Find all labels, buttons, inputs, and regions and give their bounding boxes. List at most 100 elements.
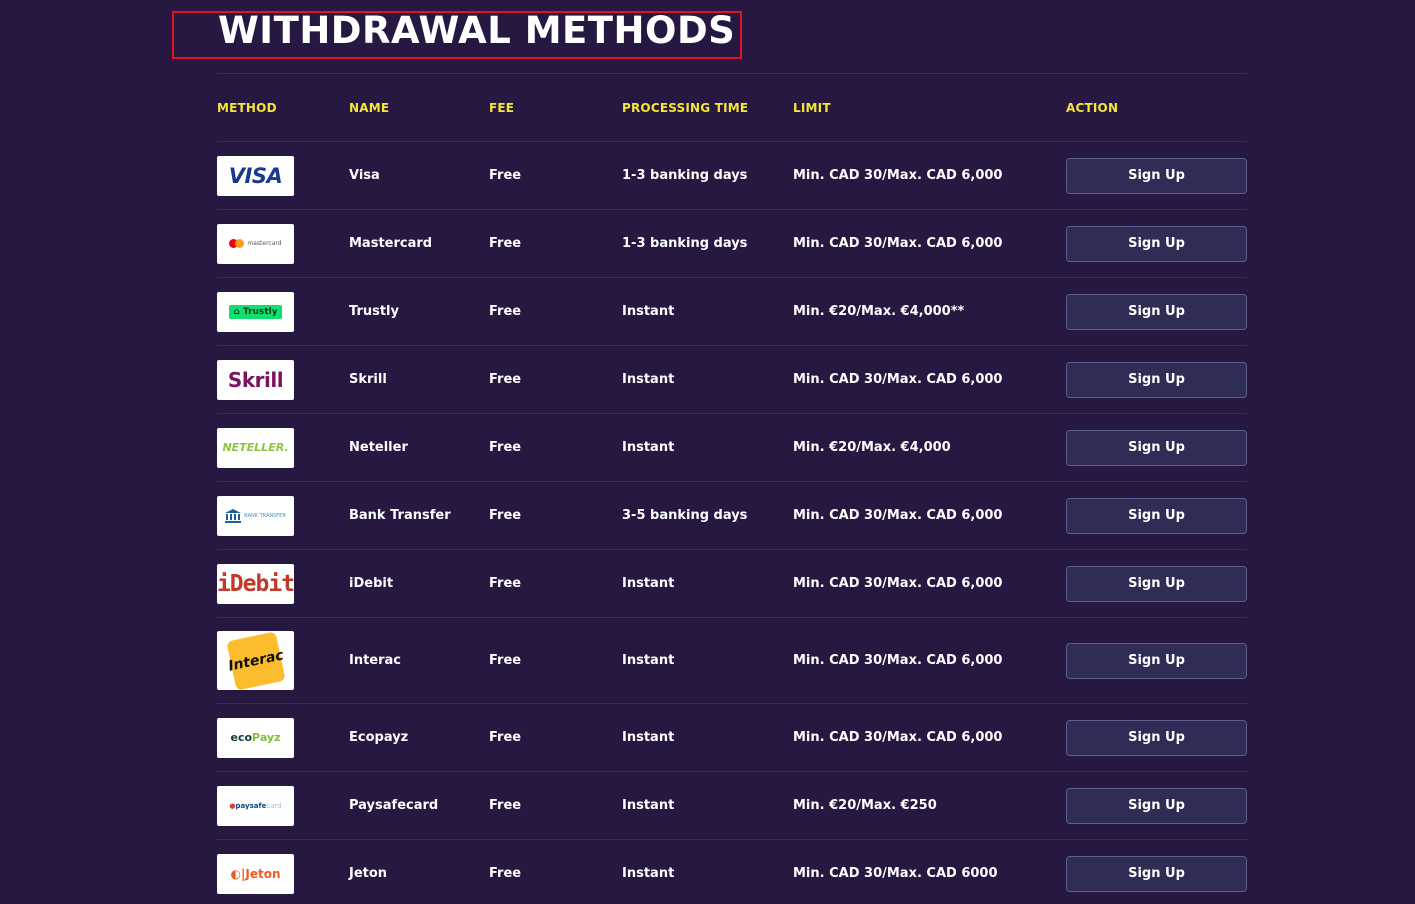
ecopayz-logo-text-a: eco — [230, 731, 253, 744]
method-limit: Min. €20/Max. €250 — [793, 798, 937, 813]
table-row: ◐|Jeton Jeton Free Instant Min. CAD 30/M… — [217, 839, 1247, 904]
method-name: Trustly — [349, 304, 399, 319]
sign-up-button[interactable]: Sign Up — [1066, 787, 1247, 824]
sign-up-button[interactable]: Sign Up — [1066, 429, 1247, 466]
method-processing-time: Instant — [622, 440, 675, 455]
method-limit: Min. CAD 30/Max. CAD 6,000 — [793, 653, 1003, 668]
header-action: ACTION — [1066, 100, 1119, 115]
page-title: WITHDRAWAL METHODS — [218, 9, 736, 52]
neteller-logo-text: NETELLER. — [222, 441, 289, 454]
sign-up-button[interactable]: Sign Up — [1066, 565, 1247, 602]
method-limit: Min. CAD 30/Max. CAD 6,000 — [793, 508, 1003, 523]
table-row: iDebit iDebit Free Instant Min. CAD 30/M… — [217, 549, 1247, 617]
sign-up-button[interactable]: Sign Up — [1066, 642, 1247, 679]
jeton-coin-icon: ◐| — [230, 866, 246, 881]
header-name: NAME — [349, 100, 390, 115]
header-processing-time: PROCESSING TIME — [622, 100, 749, 115]
table-header-row: METHOD NAME FEE PROCESSING TIME LIMIT AC… — [217, 73, 1247, 141]
method-name: Jeton — [349, 866, 388, 881]
method-name: Interac — [349, 653, 402, 668]
header-limit: LIMIT — [793, 100, 831, 115]
sign-up-button[interactable]: Sign Up — [1066, 293, 1247, 330]
method-limit: Min. CAD 30/Max. CAD 6,000 — [793, 372, 1003, 387]
method-fee: Free — [489, 866, 522, 881]
method-fee: Free — [489, 168, 522, 183]
method-name: Neteller — [349, 440, 408, 455]
method-processing-time: 1-3 banking days — [622, 236, 748, 251]
method-fee: Free — [489, 730, 522, 745]
header-fee: FEE — [489, 100, 515, 115]
mastercard-logo-text: mastercard — [247, 240, 282, 247]
method-limit: Min. €20/Max. €4,000 — [793, 440, 951, 455]
table-row: NETELLER. Neteller Free Instant Min. €20… — [217, 413, 1247, 481]
paysafecard-logo-text-b: card — [266, 801, 282, 810]
bank-transfer-logo-text: BANK TRANSFER — [244, 512, 286, 519]
method-fee: Free — [489, 236, 522, 251]
table-row: mastercard Mastercard Free 1-3 banking d… — [217, 209, 1247, 277]
ecopayz-logo: ecoPayz — [217, 717, 294, 758]
mastercard-logo: mastercard — [217, 223, 294, 264]
method-processing-time: Instant — [622, 866, 675, 881]
method-limit: Min. €20/Max. €4,000** — [793, 304, 965, 319]
method-processing-time: Instant — [622, 304, 675, 319]
trustly-logo-text: ⌂ Trustly — [229, 304, 282, 319]
method-limit: Min. CAD 30/Max. CAD 6,000 — [793, 236, 1003, 251]
method-limit: Min. CAD 30/Max. CAD 6000 — [793, 866, 998, 881]
bank-building-icon — [225, 508, 242, 523]
method-processing-time: 3-5 banking days — [622, 508, 748, 523]
visa-logo: VISA — [217, 155, 294, 196]
method-fee: Free — [489, 576, 522, 591]
idebit-logo: iDebit — [217, 563, 294, 604]
method-processing-time: Instant — [622, 576, 675, 591]
interac-logo: Interac — [217, 631, 294, 690]
header-method: METHOD — [217, 100, 277, 115]
method-fee: Free — [489, 798, 522, 813]
method-name: Ecopayz — [349, 730, 409, 745]
method-name: iDebit — [349, 576, 394, 591]
method-processing-time: Instant — [622, 372, 675, 387]
skrill-logo: Skrill — [217, 359, 294, 400]
method-name: Visa — [349, 168, 380, 183]
sign-up-button[interactable]: Sign Up — [1066, 157, 1247, 194]
bank-transfer-logo: BANK TRANSFER — [217, 495, 294, 536]
table-row: ecoPayz Ecopayz Free Instant Min. CAD 30… — [217, 703, 1247, 771]
sign-up-button[interactable]: Sign Up — [1066, 497, 1247, 534]
method-processing-time: 1-3 banking days — [622, 168, 748, 183]
method-name: Bank Transfer — [349, 508, 451, 523]
method-name: Paysafecard — [349, 798, 439, 813]
idebit-logo-text: iDebit — [217, 570, 294, 597]
jeton-logo: ◐|Jeton — [217, 853, 294, 894]
method-fee: Free — [489, 440, 522, 455]
method-fee: Free — [489, 508, 522, 523]
method-name: Skrill — [349, 372, 387, 387]
table-row: ⌂ Trustly Trustly Free Instant Min. €20/… — [217, 277, 1247, 345]
neteller-logo: NETELLER. — [217, 427, 294, 468]
sign-up-button[interactable]: Sign Up — [1066, 855, 1247, 892]
sign-up-button[interactable]: Sign Up — [1066, 225, 1247, 262]
method-processing-time: Instant — [622, 653, 675, 668]
paysafecard-logo: ●paysafecard — [217, 785, 294, 826]
table-row: BANK TRANSFER Bank Transfer Free 3-5 ban… — [217, 481, 1247, 549]
sign-up-button[interactable]: Sign Up — [1066, 719, 1247, 756]
interac-logo-text: Interac — [225, 631, 286, 690]
jeton-logo-text: Jeton — [245, 866, 281, 881]
table-row: VISA Visa Free 1-3 banking days Min. CAD… — [217, 141, 1247, 209]
method-limit: Min. CAD 30/Max. CAD 6,000 — [793, 168, 1003, 183]
paysafecard-logo-text-a: paysafe — [235, 801, 267, 810]
method-processing-time: Instant — [622, 730, 675, 745]
ecopayz-logo-text-b: Payz — [252, 731, 281, 744]
table-row: Skrill Skrill Free Instant Min. CAD 30/M… — [217, 345, 1247, 413]
method-fee: Free — [489, 372, 522, 387]
skrill-logo-text: Skrill — [227, 367, 284, 392]
withdrawal-methods-table: METHOD NAME FEE PROCESSING TIME LIMIT AC… — [217, 73, 1247, 904]
sign-up-button[interactable]: Sign Up — [1066, 361, 1247, 398]
method-fee: Free — [489, 304, 522, 319]
table-row: ●paysafecard Paysafecard Free Instant Mi… — [217, 771, 1247, 839]
method-fee: Free — [489, 653, 522, 668]
page: WITHDRAWAL METHODS METHOD NAME FEE PROCE… — [0, 0, 1415, 904]
method-limit: Min. CAD 30/Max. CAD 6,000 — [793, 730, 1003, 745]
table-row: Interac Interac Free Instant Min. CAD 30… — [217, 617, 1247, 703]
visa-logo-text: VISA — [228, 163, 283, 188]
trustly-logo: ⌂ Trustly — [217, 291, 294, 332]
method-processing-time: Instant — [622, 798, 675, 813]
